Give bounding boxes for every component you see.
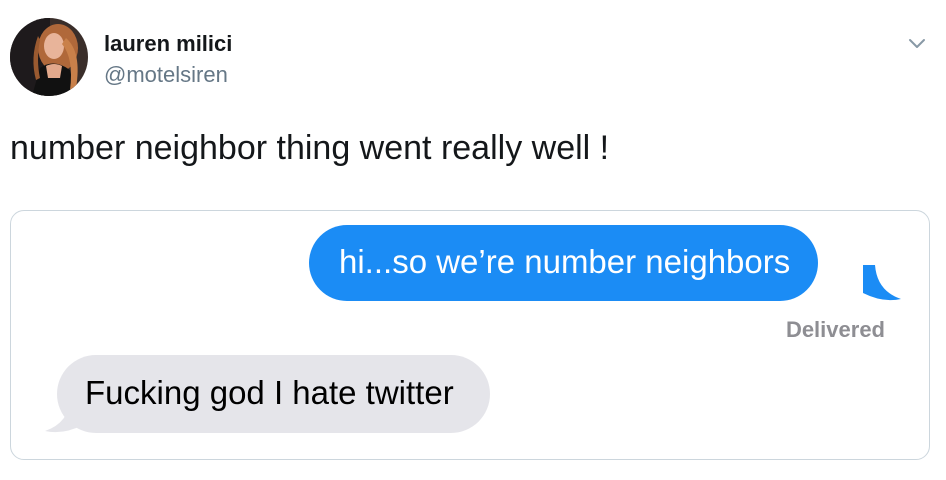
- tweet-card: lauren milici @motelsiren number neighbo…: [0, 0, 946, 480]
- delivered-status: Delivered: [785, 317, 885, 342]
- author-name[interactable]: lauren milici: [104, 31, 232, 57]
- sent-bubble-tail: [863, 265, 901, 301]
- avatar[interactable]: [10, 18, 88, 96]
- more-options-button[interactable]: [900, 30, 934, 58]
- author-handle[interactable]: @motelsiren: [104, 62, 228, 88]
- chevron-down-icon: [909, 39, 925, 48]
- avatar-image: [10, 18, 88, 96]
- received-message-bubble: Fucking god I hate twitter: [57, 355, 490, 433]
- tweet-text: number neighbor thing went really well !: [10, 129, 610, 167]
- sent-message-bubble: hi...so we’re number neighbors: [309, 225, 819, 301]
- attached-image-imessage[interactable]: hi...so we’re number neighbors Delivered…: [10, 210, 930, 460]
